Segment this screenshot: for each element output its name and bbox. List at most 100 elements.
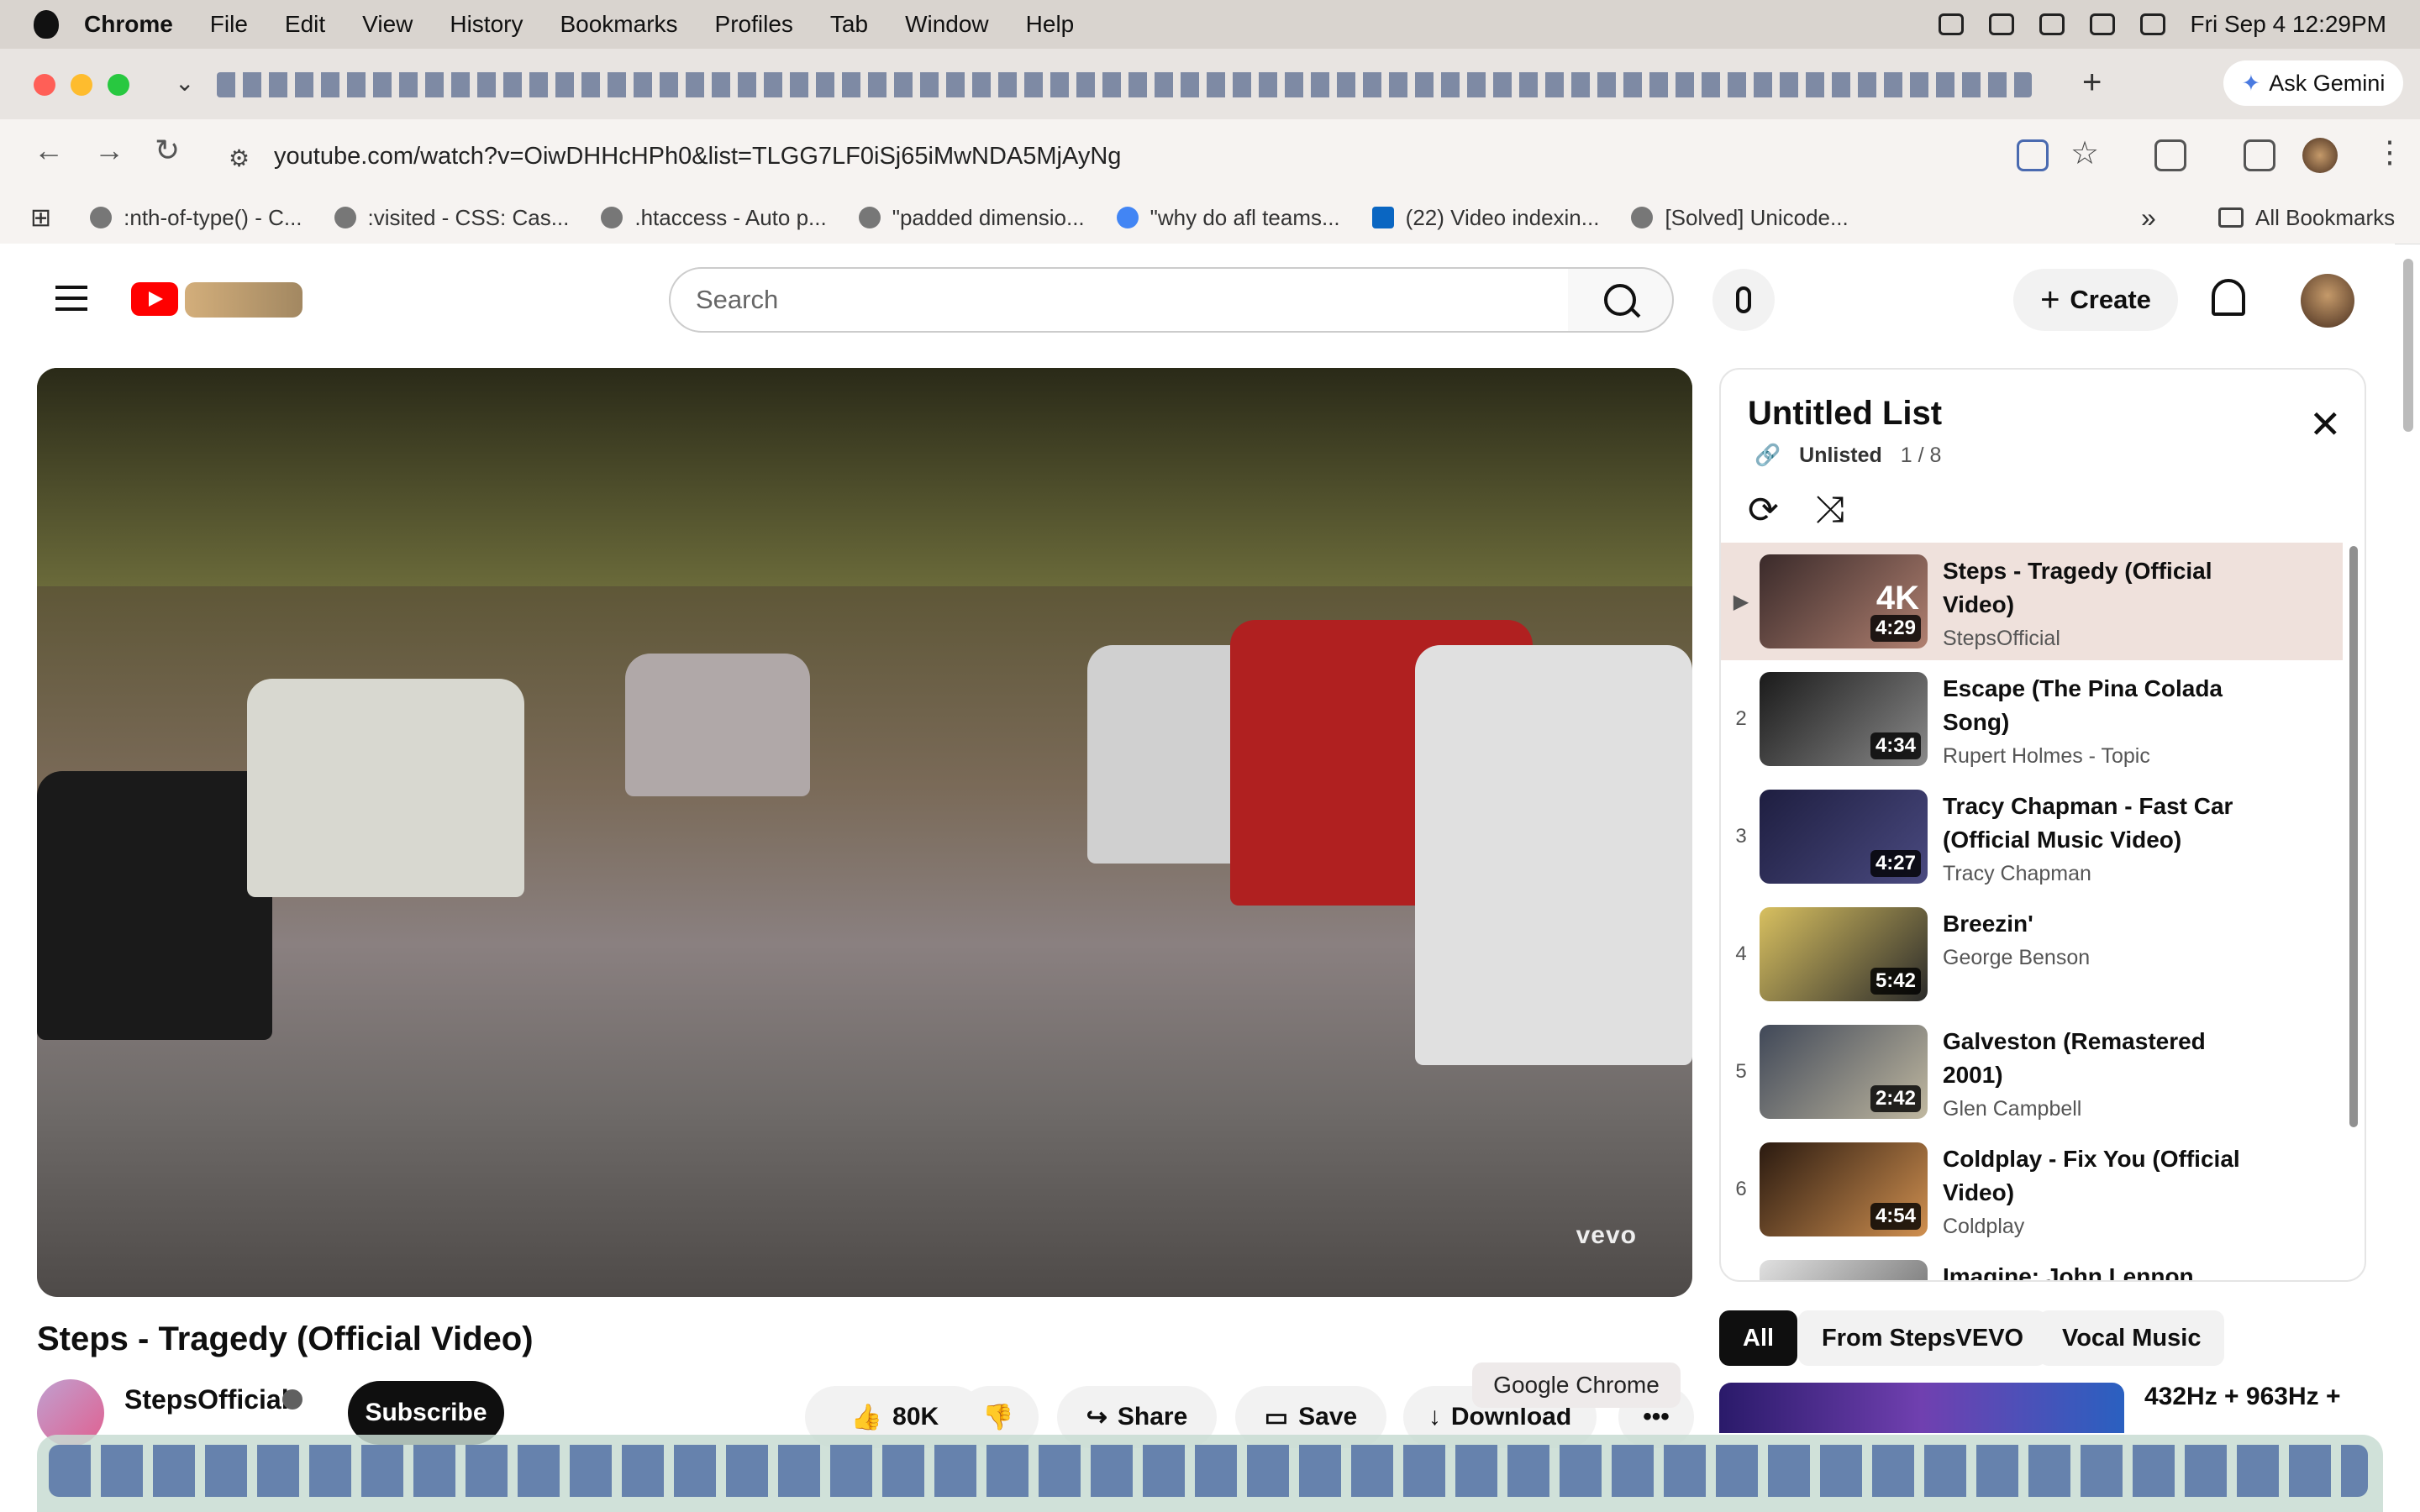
chip-vocal-music[interactable]: Vocal Music (2039, 1310, 2225, 1366)
extensions-icon[interactable] (2154, 139, 2186, 171)
bookmark-item[interactable]: "why do afl teams... (1116, 204, 1340, 231)
chip-from-stepsvevo[interactable]: From StepsVEVO (1798, 1310, 2048, 1366)
bookmark-item[interactable]: :visited - CSS: Cas... (334, 205, 569, 231)
playlist-index: 6 (1735, 1178, 1747, 1200)
playlist-index: 5 (1735, 1060, 1747, 1083)
menu-bookmarks[interactable]: Bookmarks (560, 11, 677, 38)
address-bar[interactable]: ⚙ youtube.com/watch?v=OiwDHHcHPh0&list=T… (218, 133, 2185, 180)
video-thumbnail: 4:54 (1760, 1142, 1928, 1236)
verified-icon (282, 1389, 302, 1410)
spotlight-search-icon[interactable] (2089, 13, 2115, 35)
bookmark-item[interactable]: "padded dimensio... (858, 205, 1085, 231)
recommendation-title[interactable]: 432Hz + 963Hz + (2144, 1383, 2340, 1411)
hamburger-menu-icon[interactable] (55, 286, 87, 311)
folder-icon (2218, 207, 2244, 228)
apple-menu-icon[interactable] (34, 10, 59, 39)
more-bookmarks-button[interactable]: » (2141, 202, 2156, 234)
playlist-title[interactable]: Untitled List (1748, 395, 1942, 433)
playlist-position: 1 / 8 (1900, 444, 1942, 467)
video-duration: 4:54 (1870, 1203, 1921, 1230)
all-bookmarks-button[interactable]: All Bookmarks (2218, 205, 2395, 231)
macos-dock (37, 1435, 2383, 1512)
video-player[interactable]: vevo (37, 368, 1692, 1297)
menu-help[interactable]: Help (1026, 11, 1075, 38)
playlist-item[interactable]: ▶ 4K 4:29 Steps - Tragedy (Official Vide… (1721, 543, 2343, 660)
video-thumbnail: 4:34 (1760, 672, 1928, 766)
playlist-item[interactable]: Imagine: John Lennon (1721, 1248, 2343, 1280)
thumbs-down-icon: 👎 (982, 1403, 1014, 1431)
google-icon (1116, 207, 1139, 228)
menu-history[interactable]: History (450, 11, 523, 38)
back-icon[interactable]: ← (34, 133, 64, 168)
bookmark-item[interactable]: [Solved] Unicode... (1631, 205, 1849, 231)
menu-view[interactable]: View (362, 11, 413, 38)
media-controls-icon[interactable] (2244, 139, 2275, 171)
video-frame (1415, 645, 1692, 1065)
playlist-scrollbar[interactable] (2349, 546, 2358, 1127)
account-avatar[interactable] (2301, 274, 2354, 328)
page-scrollbar[interactable] (2403, 259, 2413, 432)
profile-avatar[interactable] (2302, 138, 2338, 173)
like-count: 80K (892, 1403, 939, 1431)
menu-tab[interactable]: Tab (830, 11, 868, 38)
bookmark-label: "why do afl teams... (1150, 204, 1340, 230)
bookmark-item[interactable]: (22) Video indexin... (1371, 205, 1599, 231)
chrome-menu-icon[interactable]: ⋮ (2375, 134, 2405, 170)
voice-search-button[interactable] (1712, 269, 1775, 331)
loop-playlist-icon[interactable]: ⟳ (1748, 489, 1779, 532)
forward-icon[interactable]: → (94, 133, 124, 168)
playlist-item-title: Tracy Chapman - Fast Car (Official Music… (1943, 793, 2233, 853)
video-duration: 2:42 (1870, 1085, 1921, 1112)
bookmark-item[interactable]: :nth-of-type() - C... (90, 205, 302, 231)
youtube-doodle-logo[interactable] (185, 282, 302, 318)
install-app-icon[interactable] (2017, 139, 2049, 171)
zoom-window-button[interactable] (108, 74, 129, 96)
menu-profiles[interactable]: Profiles (715, 11, 793, 38)
new-tab-button[interactable]: + (2082, 64, 2102, 102)
url-text[interactable]: youtube.com/watch?v=OiwDHHcHPh0&list=TLG… (274, 143, 1121, 171)
recommendation-thumbnail[interactable] (1719, 1383, 2124, 1433)
visibility-label: Unlisted (1799, 444, 1882, 467)
playlist-item[interactable]: 5 2:42 Galveston (Remastered 2001) Glen … (1721, 1013, 2343, 1131)
channel-name[interactable]: StepsOfficial (124, 1384, 289, 1415)
playlist-item[interactable]: 3 4:27 Tracy Chapman - Fast Car (Officia… (1721, 778, 2343, 895)
pinned-tabs[interactable] (217, 72, 2032, 97)
video-title: Steps - Tragedy (Official Video) (37, 1320, 534, 1357)
menu-file[interactable]: File (210, 11, 248, 38)
reload-icon[interactable]: ↻ (155, 133, 180, 168)
playlist-item[interactable]: 6 4:54 Coldplay - Fix You (Official Vide… (1721, 1131, 2343, 1248)
playlist-item[interactable]: 4 5:42 Breezin' George Benson (1721, 895, 2343, 1013)
dock-tooltip: Google Chrome (1472, 1362, 1681, 1408)
ask-gemini-button[interactable]: ✦ Ask Gemini (2223, 60, 2403, 106)
dock-app-icons[interactable] (49, 1445, 2368, 1497)
bookmark-star-icon[interactable]: ☆ (2070, 134, 2099, 172)
menubar-clock[interactable]: Fri Sep 4 12:29PM (2191, 11, 2386, 38)
search-button[interactable] (1568, 267, 1674, 333)
menu-window[interactable]: Window (905, 11, 989, 38)
battery-icon[interactable] (1988, 13, 2014, 35)
control-center-icon[interactable] (2139, 13, 2165, 35)
minimize-window-button[interactable] (71, 74, 92, 96)
shuffle-icon[interactable]: ⤨ (1815, 489, 1844, 531)
play-status-icon[interactable] (1938, 13, 1964, 35)
video-thumbnail: 4K 4:29 (1760, 554, 1928, 648)
playlist-item[interactable]: 2 4:34 Escape (The Pina Colada Song) Rup… (1721, 660, 2343, 778)
close-window-button[interactable] (34, 74, 55, 96)
site-info-icon[interactable]: ⚙ (229, 144, 250, 172)
bookmark-item[interactable]: .htaccess - Auto p... (601, 205, 827, 231)
youtube-logo-icon[interactable] (131, 282, 178, 316)
menu-app-name[interactable]: Chrome (84, 11, 173, 38)
close-playlist-button[interactable]: ✕ (2309, 402, 2342, 447)
menu-edit[interactable]: Edit (285, 11, 325, 38)
now-playing-icon: ▶ (1733, 591, 1749, 613)
thumbs-up-icon: 👍 (850, 1403, 883, 1431)
notifications-bell-icon[interactable] (2212, 279, 2245, 316)
tab-search-chevron-icon[interactable]: ⌄ (175, 69, 194, 97)
apps-grid-icon[interactable]: ⊞ (30, 203, 51, 233)
chip-all[interactable]: All (1719, 1310, 1798, 1366)
video-duration: 4:34 (1870, 732, 1921, 759)
wifi-icon[interactable] (2039, 13, 2065, 35)
create-button[interactable]: + Create (2013, 269, 2178, 331)
video-frame (37, 771, 272, 1040)
search-input[interactable]: Search (669, 267, 1570, 333)
